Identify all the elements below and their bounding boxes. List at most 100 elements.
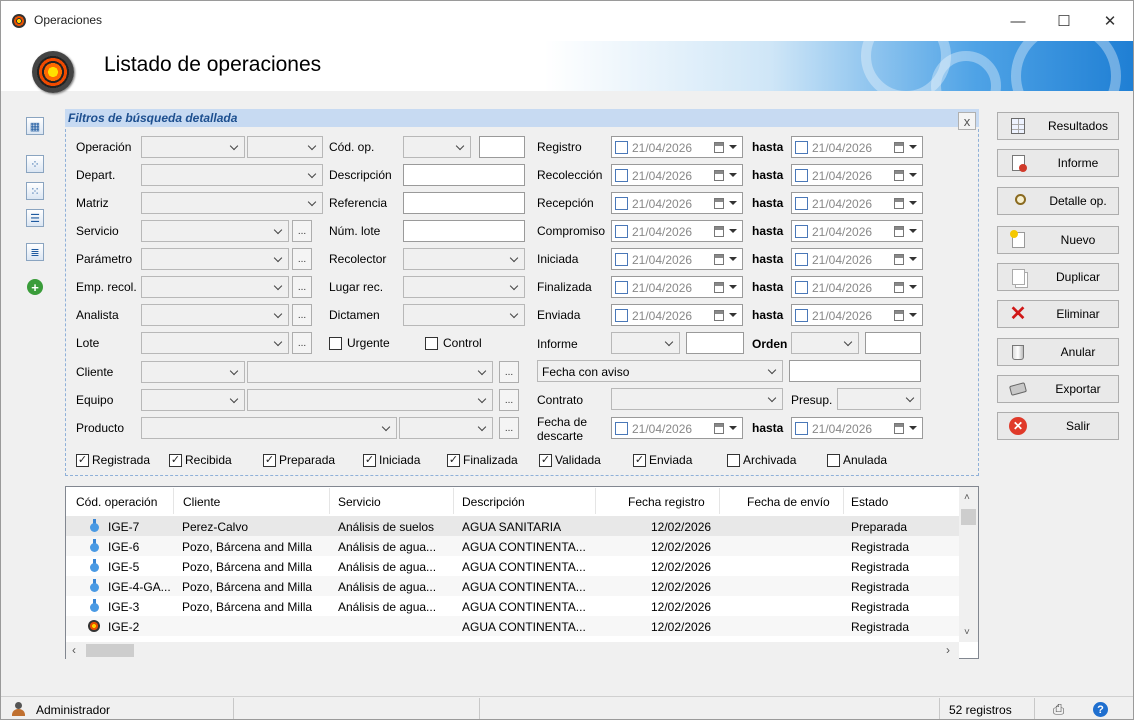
operacion-select[interactable] [141, 136, 245, 158]
date-recepcion-from-checkbox[interactable] [615, 197, 628, 210]
cliente-type-select[interactable] [141, 361, 245, 383]
date-iniciada-from-checkbox[interactable] [615, 253, 628, 266]
col-header-fecha-registro[interactable]: Fecha registro [628, 495, 705, 509]
fecha-con-aviso-select[interactable]: Fecha con aviso [537, 360, 783, 382]
date-iniciada-to-checkbox[interactable] [795, 253, 808, 266]
date-recoleccion-to[interactable]: 21/04/2026 [791, 164, 923, 186]
table-row[interactable]: IGE-5 Pozo, Bárcena and Milla Análisis de … [66, 556, 959, 576]
cod-op-input[interactable] [479, 136, 525, 158]
col-header-fecha-envio[interactable]: Fecha de envío [747, 495, 830, 509]
scroll-up-icon[interactable]: ˄ [964, 492, 970, 503]
chevron-down-icon[interactable] [909, 229, 917, 233]
date-recoleccion-from[interactable]: 21/04/2026 [611, 164, 743, 186]
chevron-down-icon[interactable] [729, 229, 737, 233]
chevron-down-icon[interactable] [729, 257, 737, 261]
date-recoleccion-from-checkbox[interactable] [615, 169, 628, 182]
calendar-icon[interactable] [714, 226, 724, 237]
calendar-icon[interactable] [714, 423, 724, 434]
calendar-icon[interactable] [894, 226, 904, 237]
analista-browse-button[interactable]: ... [292, 304, 312, 326]
cliente-select[interactable] [247, 361, 493, 383]
analista-select[interactable] [141, 304, 289, 326]
calendar-icon[interactable] [714, 142, 724, 153]
details-view-icon[interactable]: ≣ [26, 243, 44, 261]
col-header-descripcion[interactable]: Descripción [462, 495, 525, 509]
calendar-icon[interactable] [894, 170, 904, 181]
num-lote-input[interactable] [403, 220, 525, 242]
date-iniciada-from[interactable]: 21/04/2026 [611, 248, 743, 270]
scroll-left-icon[interactable]: ‹ [72, 643, 76, 657]
chevron-down-icon[interactable] [909, 285, 917, 289]
date-enviada-from-checkbox[interactable] [615, 309, 628, 322]
chevron-down-icon[interactable] [729, 285, 737, 289]
chevron-down-icon[interactable] [909, 257, 917, 261]
date-descarte-from-checkbox[interactable] [615, 422, 628, 435]
vertical-scrollbar[interactable]: ˄ ˅ [959, 487, 978, 642]
recolector-select[interactable] [403, 248, 525, 270]
chevron-down-icon[interactable] [729, 173, 737, 177]
date-finalizada-to-checkbox[interactable] [795, 281, 808, 294]
help-icon[interactable]: ? [1093, 702, 1108, 717]
small-icons-view-icon[interactable]: ⁙ [26, 182, 44, 200]
scroll-thumb-horizontal[interactable] [86, 644, 134, 657]
matriz-select[interactable] [141, 192, 323, 214]
orden-input[interactable] [865, 332, 921, 354]
col-header-servicio[interactable]: Servicio [338, 495, 381, 509]
anular-button[interactable]: Anular [997, 338, 1119, 366]
status-iniciada-checkbox[interactable]: ✓ [363, 454, 376, 467]
table-row[interactable]: IGE-6 Pozo, Bárcena and Milla Análisis de … [66, 536, 959, 556]
chevron-down-icon[interactable] [729, 426, 737, 430]
equipo-type-select[interactable] [141, 389, 245, 411]
status-validada-checkbox[interactable]: ✓ [539, 454, 552, 467]
horizontal-scrollbar[interactable]: ‹ › [66, 642, 959, 659]
date-enviada-to-checkbox[interactable] [795, 309, 808, 322]
grid-view-icon[interactable]: ▦ [26, 117, 44, 135]
resultados-button[interactable]: Resultados [997, 112, 1119, 140]
lugar-rec-select[interactable] [403, 276, 525, 298]
large-icons-view-icon[interactable]: ⁘ [26, 155, 44, 173]
list-view-icon[interactable]: ☰ [26, 209, 44, 227]
operacion-subtype-select[interactable] [247, 136, 323, 158]
scroll-down-icon[interactable]: ˅ [964, 627, 970, 638]
parametro-select[interactable] [141, 248, 289, 270]
chevron-down-icon[interactable] [729, 313, 737, 317]
minimize-button[interactable]: — [995, 1, 1041, 41]
status-registrada-checkbox[interactable]: ✓ [76, 454, 89, 467]
producto-browse-button[interactable]: ... [499, 417, 519, 439]
calendar-icon[interactable] [714, 254, 724, 265]
table-row[interactable]: IGE-2 AGUA CONTINENTA... 12/02/2026 Registr… [66, 616, 959, 636]
status-enviada-checkbox[interactable]: ✓ [633, 454, 646, 467]
chevron-down-icon[interactable] [729, 201, 737, 205]
urgente-checkbox[interactable] [329, 337, 342, 350]
chevron-down-icon[interactable] [909, 173, 917, 177]
status-anulada-checkbox[interactable] [827, 454, 840, 467]
calendar-icon[interactable] [894, 282, 904, 293]
servicio-select[interactable] [141, 220, 289, 242]
date-registro-to[interactable]: 21/04/2026 [791, 136, 923, 158]
dictamen-select[interactable] [403, 304, 525, 326]
scroll-right-icon[interactable]: › [946, 643, 950, 657]
date-compromiso-to-checkbox[interactable] [795, 225, 808, 238]
col-header-cod-operacion[interactable]: Cód. operación [76, 495, 157, 509]
depart-select[interactable] [141, 164, 323, 186]
eliminar-button[interactable]: ✕ Eliminar [997, 300, 1119, 328]
date-compromiso-from[interactable]: 21/04/2026 [611, 220, 743, 242]
servicio-browse-button[interactable]: ... [292, 220, 312, 242]
status-recibida-checkbox[interactable]: ✓ [169, 454, 182, 467]
date-enviada-from[interactable]: 21/04/2026 [611, 304, 743, 326]
cliente-browse-button[interactable]: ... [499, 361, 519, 383]
producto-select[interactable] [141, 417, 397, 439]
calendar-icon[interactable] [894, 198, 904, 209]
control-checkbox[interactable] [425, 337, 438, 350]
date-recepcion-to[interactable]: 21/04/2026 [791, 192, 923, 214]
date-recepcion-from[interactable]: 21/04/2026 [611, 192, 743, 214]
date-recoleccion-to-checkbox[interactable] [795, 169, 808, 182]
table-row[interactable]: IGE-7 Perez-Calvo Análisis de suelos AGUA S… [66, 516, 959, 536]
date-finalizada-from-checkbox[interactable] [615, 281, 628, 294]
producto-subtype-select[interactable] [399, 417, 493, 439]
cod-op-select[interactable] [403, 136, 471, 158]
date-finalizada-to[interactable]: 21/04/2026 [791, 276, 923, 298]
date-registro-from-checkbox[interactable] [615, 141, 628, 154]
fecha-con-aviso-input[interactable] [789, 360, 921, 382]
detalle-op-button[interactable]: Detalle op. [997, 187, 1119, 215]
